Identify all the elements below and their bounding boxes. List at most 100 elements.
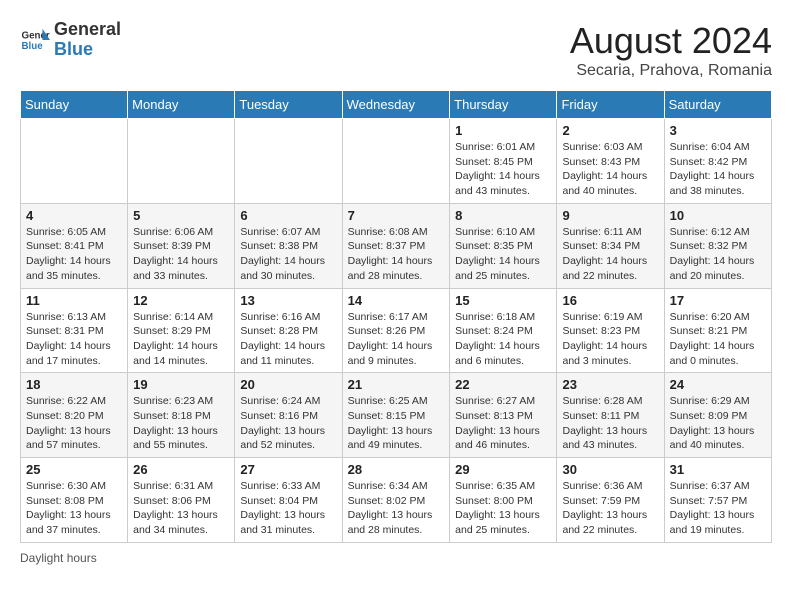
calendar-cell: 14 Sunrise: 6:17 AM Sunset: 8:26 PM Dayli… (342, 288, 450, 373)
day-header-saturday: Saturday (664, 91, 771, 119)
title-area: August 2024 Secaria, Prahova, Romania (570, 20, 772, 80)
day-info: Sunrise: 6:27 AM Sunset: 8:13 PM Dayligh… (455, 394, 551, 453)
calendar-cell: 10Sunrise: 6:12 AM Sunset: 8:32 PM Dayli… (664, 203, 771, 288)
calendar-title: August 2024 (570, 20, 772, 62)
calendar-cell: 20Sunrise: 6:24 AM Sunset: 8:16 PM Dayli… (235, 373, 342, 458)
calendar-cell: 27Sunrise: 6:33 AM Sunset: 8:04 PM Dayli… (235, 458, 342, 543)
day-info: Sunrise: 6:29 AM Sunset: 8:09 PM Dayligh… (670, 394, 766, 453)
calendar-cell: 6Sunrise: 6:07 AM Sunset: 8:38 PM Daylig… (235, 203, 342, 288)
calendar-footer: Daylight hours (20, 551, 772, 565)
day-number: 9 (562, 208, 658, 223)
calendar-cell: 11 Sunrise: 6:13 AM Sunset: 8:31 PM Dayli… (21, 288, 128, 373)
calendar-cell: 3Sunrise: 6:04 AM Sunset: 8:42 PM Daylig… (664, 119, 771, 204)
day-number: 24 (670, 377, 766, 392)
calendar-cell (128, 119, 235, 204)
day-number: 19 (133, 377, 229, 392)
day-info: Sunrise: 6:19 AM Sunset: 8:23 PM Dayligh… (562, 310, 658, 369)
day-info: Sunrise: 6:28 AM Sunset: 8:11 PM Dayligh… (562, 394, 658, 453)
logo: General Blue GeneralBlue (20, 20, 121, 60)
day-info: Sunrise: 6:20 AM Sunset: 8:21 PM Dayligh… (670, 310, 766, 369)
calendar-cell: 5 Sunrise: 6:06 AM Sunset: 8:39 PM Daylig… (128, 203, 235, 288)
calendar-cell (235, 119, 342, 204)
day-number: 20 (240, 377, 336, 392)
calendar-cell: 19 Sunrise: 6:23 AM Sunset: 8:18 PM Dayli… (128, 373, 235, 458)
day-number: 25 (26, 462, 122, 477)
day-info: Sunrise: 6:17 AM Sunset: 8:26 PM Dayligh… (348, 310, 445, 369)
day-info: Sunrise: 6:18 AM Sunset: 8:24 PM Dayligh… (455, 310, 551, 369)
calendar-cell: 9 Sunrise: 6:11 AM Sunset: 8:34 PM Daylig… (557, 203, 664, 288)
day-number: 15 (455, 293, 551, 308)
day-header-thursday: Thursday (450, 91, 557, 119)
day-info: Sunrise: 6:30 AM Sunset: 8:08 PM Dayligh… (26, 479, 122, 538)
day-header-tuesday: Tuesday (235, 91, 342, 119)
calendar-cell: 26 Sunrise: 6:31 AM Sunset: 8:06 PM Dayli… (128, 458, 235, 543)
day-number: 2 (562, 123, 658, 138)
day-number: 5 (133, 208, 229, 223)
day-header-sunday: Sunday (21, 91, 128, 119)
day-info: Sunrise: 6:06 AM Sunset: 8:39 PM Dayligh… (133, 225, 229, 284)
day-number: 14 (348, 293, 445, 308)
day-header-monday: Monday (128, 91, 235, 119)
day-header-friday: Friday (557, 91, 664, 119)
logo-text: GeneralBlue (54, 20, 121, 60)
day-info: Sunrise: 6:12 AM Sunset: 8:32 PM Dayligh… (670, 225, 766, 284)
day-number: 17 (670, 293, 766, 308)
day-number: 18 (26, 377, 122, 392)
day-number: 11 (26, 293, 122, 308)
day-number: 8 (455, 208, 551, 223)
calendar-cell: 25 Sunrise: 6:30 AM Sunset: 8:08 PM Dayli… (21, 458, 128, 543)
day-number: 29 (455, 462, 551, 477)
day-info: Sunrise: 6:25 AM Sunset: 8:15 PM Dayligh… (348, 394, 445, 453)
calendar-cell: 23 Sunrise: 6:28 AM Sunset: 8:11 PM Dayli… (557, 373, 664, 458)
day-header-wednesday: Wednesday (342, 91, 450, 119)
day-info: Sunrise: 6:13 AM Sunset: 8:31 PM Dayligh… (26, 310, 122, 369)
calendar-cell: 28 Sunrise: 6:34 AM Sunset: 8:02 PM Dayli… (342, 458, 450, 543)
calendar-cell: 17 Sunrise: 6:20 AM Sunset: 8:21 PM Dayli… (664, 288, 771, 373)
day-info: Sunrise: 6:37 AM Sunset: 7:57 PM Dayligh… (670, 479, 766, 538)
day-info: Sunrise: 6:31 AM Sunset: 8:06 PM Dayligh… (133, 479, 229, 538)
day-info: Sunrise: 6:16 AM Sunset: 8:28 PM Dayligh… (240, 310, 336, 369)
day-number: 22 (455, 377, 551, 392)
day-info: Sunrise: 6:07 AM Sunset: 8:38 PM Dayligh… (240, 225, 336, 284)
calendar-cell: 2Sunrise: 6:03 AM Sunset: 8:43 PM Daylig… (557, 119, 664, 204)
calendar-cell: 29 Sunrise: 6:35 AM Sunset: 8:00 PM Dayli… (450, 458, 557, 543)
svg-text:Blue: Blue (22, 41, 44, 52)
calendar-cell (21, 119, 128, 204)
day-info: Sunrise: 6:05 AM Sunset: 8:41 PM Dayligh… (26, 225, 122, 284)
day-number: 7 (348, 208, 445, 223)
day-number: 16 (562, 293, 658, 308)
calendar-subtitle: Secaria, Prahova, Romania (570, 62, 772, 80)
day-number: 1 (455, 123, 551, 138)
calendar-cell: 30Sunrise: 6:36 AM Sunset: 7:59 PM Dayli… (557, 458, 664, 543)
calendar-cell: 21Sunrise: 6:25 AM Sunset: 8:15 PM Dayli… (342, 373, 450, 458)
day-number: 26 (133, 462, 229, 477)
calendar-cell: 7 Sunrise: 6:08 AM Sunset: 8:37 PM Daylig… (342, 203, 450, 288)
day-info: Sunrise: 6:34 AM Sunset: 8:02 PM Dayligh… (348, 479, 445, 538)
calendar-cell: 22 Sunrise: 6:27 AM Sunset: 8:13 PM Dayli… (450, 373, 557, 458)
day-info: Sunrise: 6:35 AM Sunset: 8:00 PM Dayligh… (455, 479, 551, 538)
day-number: 28 (348, 462, 445, 477)
day-number: 13 (240, 293, 336, 308)
calendar-cell: 18 Sunrise: 6:22 AM Sunset: 8:20 PM Dayli… (21, 373, 128, 458)
day-info: Sunrise: 6:22 AM Sunset: 8:20 PM Dayligh… (26, 394, 122, 453)
calendar-cell: 31 Sunrise: 6:37 AM Sunset: 7:57 PM Dayli… (664, 458, 771, 543)
day-info: Sunrise: 6:08 AM Sunset: 8:37 PM Dayligh… (348, 225, 445, 284)
logo-icon: General Blue (20, 25, 50, 55)
day-info: Sunrise: 6:11 AM Sunset: 8:34 PM Dayligh… (562, 225, 658, 284)
day-info: Sunrise: 6:36 AM Sunset: 7:59 PM Dayligh… (562, 479, 658, 538)
calendar-cell: 16 Sunrise: 6:19 AM Sunset: 8:23 PM Dayli… (557, 288, 664, 373)
calendar-cell: 8Sunrise: 6:10 AM Sunset: 8:35 PM Daylig… (450, 203, 557, 288)
calendar-table: SundayMondayTuesdayWednesdayThursdayFrid… (20, 90, 772, 543)
day-number: 27 (240, 462, 336, 477)
calendar-cell: 15 Sunrise: 6:18 AM Sunset: 8:24 PM Dayli… (450, 288, 557, 373)
day-number: 23 (562, 377, 658, 392)
day-info: Sunrise: 6:04 AM Sunset: 8:42 PM Dayligh… (670, 140, 766, 199)
daylight-label: Daylight hours (20, 551, 97, 565)
day-number: 4 (26, 208, 122, 223)
page-header: General Blue GeneralBlue August 2024 Sec… (20, 20, 772, 80)
calendar-cell: 1Sunrise: 6:01 AM Sunset: 8:45 PM Daylig… (450, 119, 557, 204)
day-number: 31 (670, 462, 766, 477)
calendar-cell: 4 Sunrise: 6:05 AM Sunset: 8:41 PM Daylig… (21, 203, 128, 288)
calendar-cell: 13 Sunrise: 6:16 AM Sunset: 8:28 PM Dayli… (235, 288, 342, 373)
day-info: Sunrise: 6:23 AM Sunset: 8:18 PM Dayligh… (133, 394, 229, 453)
